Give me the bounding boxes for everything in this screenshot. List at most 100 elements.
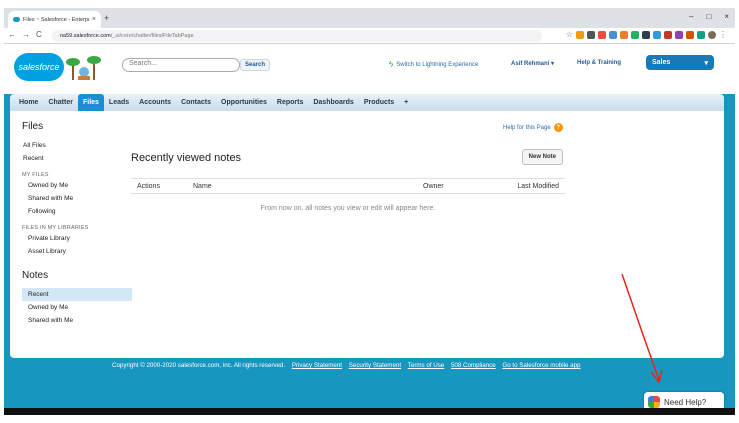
tab-leads[interactable]: Leads [104, 94, 134, 111]
sidebar: Files All Files Recent MY FILES Owned by… [22, 121, 132, 327]
sidebar-item-private-library[interactable]: Private Library [22, 232, 132, 245]
salesforce-favicon-icon [13, 17, 20, 22]
user-menu[interactable]: Asif Rehmani ▾ [511, 60, 554, 67]
search-input[interactable]: Search... [122, 58, 240, 72]
extension-icon[interactable] [664, 31, 672, 39]
table-header: Actions Name Owner Last Modified [131, 178, 565, 194]
help-question-icon: ? [553, 123, 563, 132]
sidebar-item-following[interactable]: Following [22, 205, 132, 218]
app-menu-label: Sales [652, 59, 671, 66]
my-files-heading: MY FILES [22, 172, 49, 178]
column-owner[interactable]: Owner [423, 183, 503, 190]
extension-icon[interactable] [609, 31, 617, 39]
files-heading: Files [22, 121, 44, 132]
url-host: na59.salesforce.com [60, 33, 111, 39]
tab-products[interactable]: Products [359, 94, 399, 111]
new-note-button[interactable]: New Note [521, 149, 563, 165]
sidebar-item-notes-shared-with-me[interactable]: Shared with Me [22, 314, 132, 327]
sidebar-item-all-files[interactable]: All Files [22, 139, 132, 152]
mobile-app-link[interactable]: Go to Salesforce mobile app [502, 362, 580, 369]
back-icon[interactable]: ← [8, 30, 16, 39]
tab-opportunities[interactable]: Opportunities [216, 94, 272, 111]
sidebar-item-owned-by-me[interactable]: Owned by Me [22, 179, 132, 192]
help-widget-icon [648, 396, 660, 408]
need-help-label: Need Help? [664, 397, 707, 407]
user-name: Asif Rehmani [511, 61, 550, 67]
nav-buttons: ← → C [8, 30, 42, 39]
extension-icon[interactable] [642, 31, 650, 39]
url-field[interactable]: na59.salesforce.com/_ui/core/chatter/fil… [52, 30, 542, 42]
chevron-down-icon: ▾ [704, 59, 708, 67]
extension-icon[interactable] [653, 31, 661, 39]
notes-table: Actions Name Owner Last Modified From no… [131, 178, 565, 212]
profile-avatar[interactable] [708, 31, 716, 39]
compliance-link[interactable]: 508 Compliance [451, 362, 496, 369]
browser-tab-title: Files ~ Salesforce - Enterprise Ed [23, 16, 89, 23]
browser-menu-icon[interactable]: ⋮ [719, 31, 727, 39]
sidebar-item-notes-owned-by-me[interactable]: Owned by Me [22, 301, 132, 314]
maximize-icon[interactable]: □ [706, 12, 711, 21]
page-title: Recently viewed notes [131, 152, 242, 164]
column-actions: Actions [137, 182, 160, 190]
help-for-page-link[interactable]: Help for this Page ? [503, 123, 563, 132]
close-tab-icon[interactable]: × [92, 16, 96, 23]
extension-icon[interactable] [686, 31, 694, 39]
main-content: Files All Files Recent MY FILES Owned by… [10, 111, 724, 358]
help-training-link[interactable]: Help & Training [577, 60, 621, 66]
tab-home[interactable]: Home [14, 94, 43, 111]
terms-link[interactable]: Terms of Use [408, 362, 444, 369]
minimize-icon[interactable]: – [689, 12, 693, 21]
help-for-page-label: Help for this Page [503, 124, 551, 131]
copyright-text: Copyright © 2000-2020 salesforce.com, in… [112, 362, 286, 369]
search-button[interactable]: Search [240, 59, 271, 71]
browser-tab[interactable]: Files ~ Salesforce - Enterprise Ed × [8, 11, 101, 28]
column-last-modified[interactable]: Last Modified [503, 183, 565, 190]
app-menu[interactable]: Sales ▾ [646, 55, 714, 70]
tab-add-icon[interactable]: + [399, 94, 413, 111]
mascot-palm-trees-icon [66, 56, 101, 80]
extension-icon[interactable] [675, 31, 683, 39]
sidebar-item-notes-recent[interactable]: Recent [22, 288, 132, 301]
new-tab-button[interactable]: + [104, 13, 109, 23]
salesforce-header: salesforce Search... Search ϟ Switch to … [4, 44, 735, 94]
switch-lightning-link[interactable]: ϟ Switch to Lightning Experience [389, 60, 478, 69]
address-bar: ← → C na59.salesforce.com/_ui/core/chatt… [4, 28, 735, 44]
close-window-icon[interactable]: × [724, 12, 729, 21]
extension-icon[interactable] [697, 31, 705, 39]
libraries-heading: FILES IN MY LIBRARIES [22, 225, 89, 231]
sidebar-item-shared-with-me[interactable]: Shared with Me [22, 192, 132, 205]
bookmark-star-icon[interactable]: ☆ [566, 31, 573, 39]
extension-icons: ☆ ⋮ [566, 31, 727, 39]
notes-heading: Notes [22, 270, 49, 281]
screenshot-frame: Files ~ Salesforce - Enterprise Ed × + –… [0, 0, 739, 423]
url-path: /_ui/core/chatter/files/FileTabPage [110, 33, 194, 39]
extension-icon[interactable] [598, 31, 606, 39]
security-link[interactable]: Security Statement [349, 362, 401, 369]
tab-accounts[interactable]: Accounts [134, 94, 176, 111]
column-name[interactable]: Name [193, 183, 423, 190]
tab-reports[interactable]: Reports [272, 94, 308, 111]
tab-chatter[interactable]: Chatter [43, 94, 78, 111]
tab-files[interactable]: Files [77, 94, 104, 111]
switch-lightning-label: Switch to Lightning Experience [396, 61, 479, 68]
salesforce-logo[interactable]: salesforce [14, 53, 64, 81]
tab-dashboards[interactable]: Dashboards [308, 94, 358, 111]
footer: Copyright © 2000-2020 salesforce.com, in… [112, 362, 581, 369]
tab-bar: Home Chatter Files Leads Accounts Contac… [10, 94, 724, 111]
lightning-bolt-icon: ϟ [389, 60, 394, 69]
sidebar-item-asset-library[interactable]: Asset Library [22, 245, 132, 258]
browser-window: Files ~ Salesforce - Enterprise Ed × + –… [4, 8, 735, 415]
extension-icon[interactable] [587, 31, 595, 39]
tab-contacts[interactable]: Contacts [176, 94, 216, 111]
extension-icon[interactable] [631, 31, 639, 39]
chevron-down-icon: ▾ [551, 61, 555, 67]
salesforce-page: salesforce Search... Search ϟ Switch to … [4, 44, 735, 412]
reload-icon[interactable]: C [36, 30, 42, 39]
bottom-border [4, 408, 735, 415]
forward-icon[interactable]: → [22, 30, 30, 39]
sidebar-item-recent[interactable]: Recent [22, 152, 132, 165]
empty-state-message: From now on, all notes you view or edit … [260, 205, 436, 212]
extension-icon[interactable] [620, 31, 628, 39]
privacy-link[interactable]: Privacy Statement [292, 362, 342, 369]
extension-icon[interactable] [576, 31, 584, 39]
